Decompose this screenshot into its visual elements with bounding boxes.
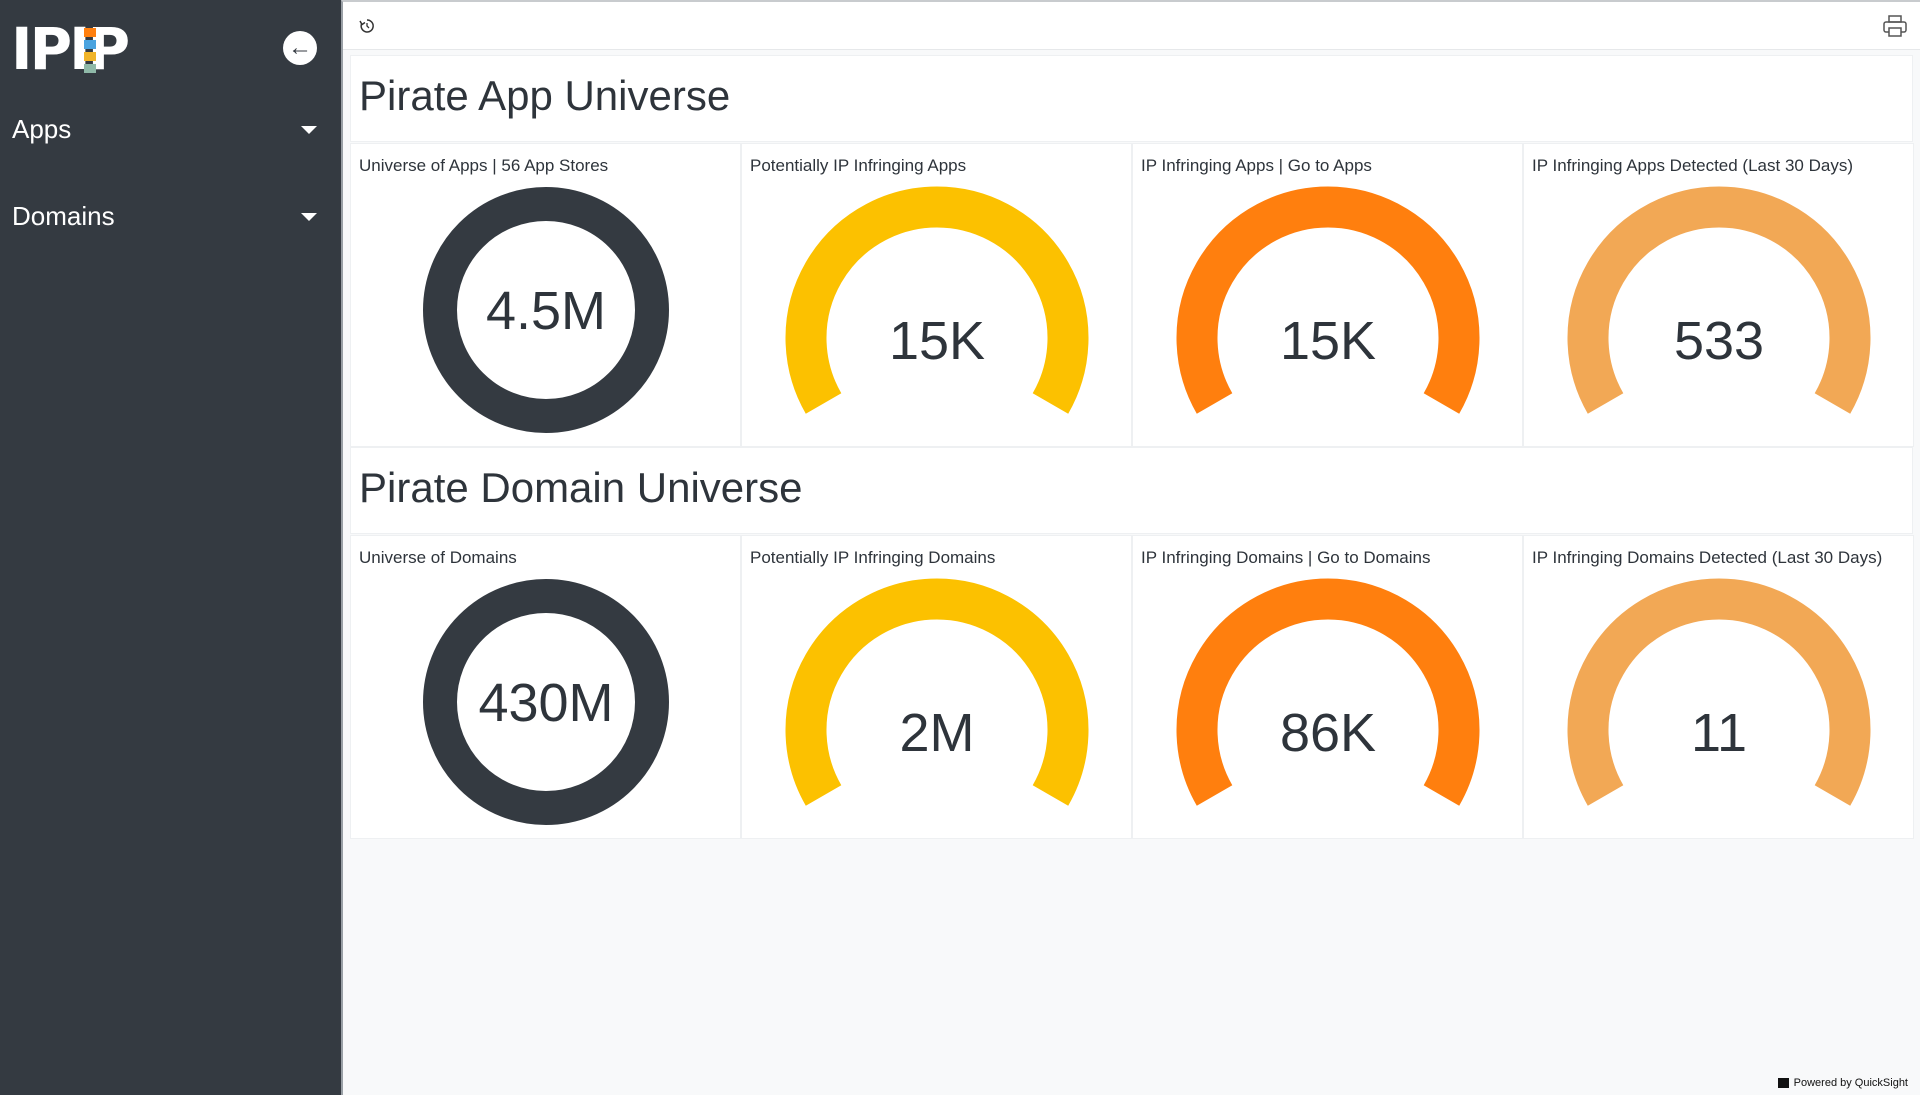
section-title-app-universe: Pirate App Universe: [350, 55, 1913, 142]
caret-down-icon: [301, 126, 317, 134]
powered-by-quicksight: Powered by QuickSight: [1777, 1077, 1908, 1089]
reset-icon[interactable]: [357, 16, 377, 36]
sidebar-item-domains[interactable]: Domains: [0, 191, 341, 241]
kpi-tile-title: IP Infringing Domains Detected (Last 30 …: [1532, 548, 1883, 567]
logo-color-bars: [84, 28, 96, 76]
gauge-chart: 15K: [785, 186, 1089, 414]
gauge-chart: 2M: [785, 578, 1089, 806]
donut-chart: 4.5M: [423, 187, 669, 433]
kpi-tile[interactable]: IP Infringing Apps Detected (Last 30 Day…: [1523, 143, 1914, 447]
section-heading: Pirate App Universe: [359, 72, 731, 119]
kpi-tile-title: Potentially IP Infringing Apps: [750, 156, 967, 175]
gauge-arc: [1567, 578, 1871, 806]
kpi-tile[interactable]: IP Infringing Domains | Go to Domains 86K: [1132, 535, 1523, 839]
gauge-arc: [785, 578, 1089, 806]
kpi-value: 11: [1691, 703, 1747, 763]
gauge-chart: 11: [1567, 578, 1871, 806]
quicksight-icon: [1777, 1078, 1789, 1088]
gauge-chart: 86K: [1176, 578, 1480, 806]
kpi-tile[interactable]: Universe of Apps | 56 App Stores 4.5M: [350, 143, 741, 447]
kpi-tile-title: Universe of Apps | 56 App Stores: [359, 156, 609, 175]
dashboard-main: Pirate App Universe Universe of Apps | 5…: [341, 0, 1920, 1095]
gauge-chart: 533: [1567, 186, 1871, 414]
arrow-left-icon: ←: [288, 34, 312, 61]
collapse-sidebar-button[interactable]: ←: [283, 31, 317, 65]
sidebar-item-apps[interactable]: Apps: [0, 104, 341, 154]
kpi-tile[interactable]: IP Infringing Apps | Go to Apps 15K: [1132, 143, 1523, 447]
kpi-tile[interactable]: Potentially IP Infringing Domains 2M: [741, 535, 1132, 839]
kpi-tile-title: Potentially IP Infringing Domains: [750, 548, 996, 567]
print-icon[interactable]: [1882, 14, 1908, 38]
logo-text: IPIP: [11, 15, 130, 83]
section-heading: Pirate Domain Universe: [359, 464, 803, 511]
kpi-value: 2M: [899, 703, 974, 763]
kpi-value: 533: [1674, 311, 1764, 371]
sidebar: IPIP ← Apps Domains: [0, 0, 341, 1095]
powered-by-label: Powered by QuickSight: [1793, 1077, 1908, 1089]
kpi-tile-title: IP Infringing Apps Detected (Last 30 Day…: [1532, 156, 1853, 175]
gauge-chart: 15K: [1176, 186, 1480, 414]
kpi-value: 4.5M: [486, 281, 606, 341]
caret-down-icon: [301, 213, 317, 221]
kpi-tile-title: IP Infringing Domains | Go to Domains: [1141, 548, 1431, 567]
kpi-value: 86K: [1280, 703, 1376, 763]
kpi-value: 430M: [478, 673, 613, 733]
kpi-tile[interactable]: IP Infringing Domains Detected (Last 30 …: [1523, 535, 1914, 839]
kpi-tile-title: IP Infringing Apps | Go to Apps: [1141, 156, 1372, 175]
kpi-value: 15K: [1280, 311, 1376, 371]
donut-chart: 430M: [423, 579, 669, 825]
sidebar-item-label: Domains: [12, 201, 115, 231]
gauge-arc: [1567, 186, 1871, 414]
sidebar-item-label: Apps: [12, 114, 72, 144]
gauge-arc: [785, 186, 1089, 414]
kpi-tile[interactable]: Universe of Domains 430M: [350, 535, 741, 839]
kpi-tile-title: Universe of Domains: [359, 548, 517, 567]
section-title-domain-universe: Pirate Domain Universe: [350, 447, 1913, 534]
kpi-tile[interactable]: Potentially IP Infringing Apps 15K: [741, 143, 1132, 447]
dashboard-toolbar: [343, 2, 1920, 50]
kpi-value: 15K: [889, 311, 985, 371]
gauge-arc: [1176, 578, 1480, 806]
gauge-arc: [1176, 186, 1480, 414]
ipip-logo: IPIP: [11, 20, 151, 78]
